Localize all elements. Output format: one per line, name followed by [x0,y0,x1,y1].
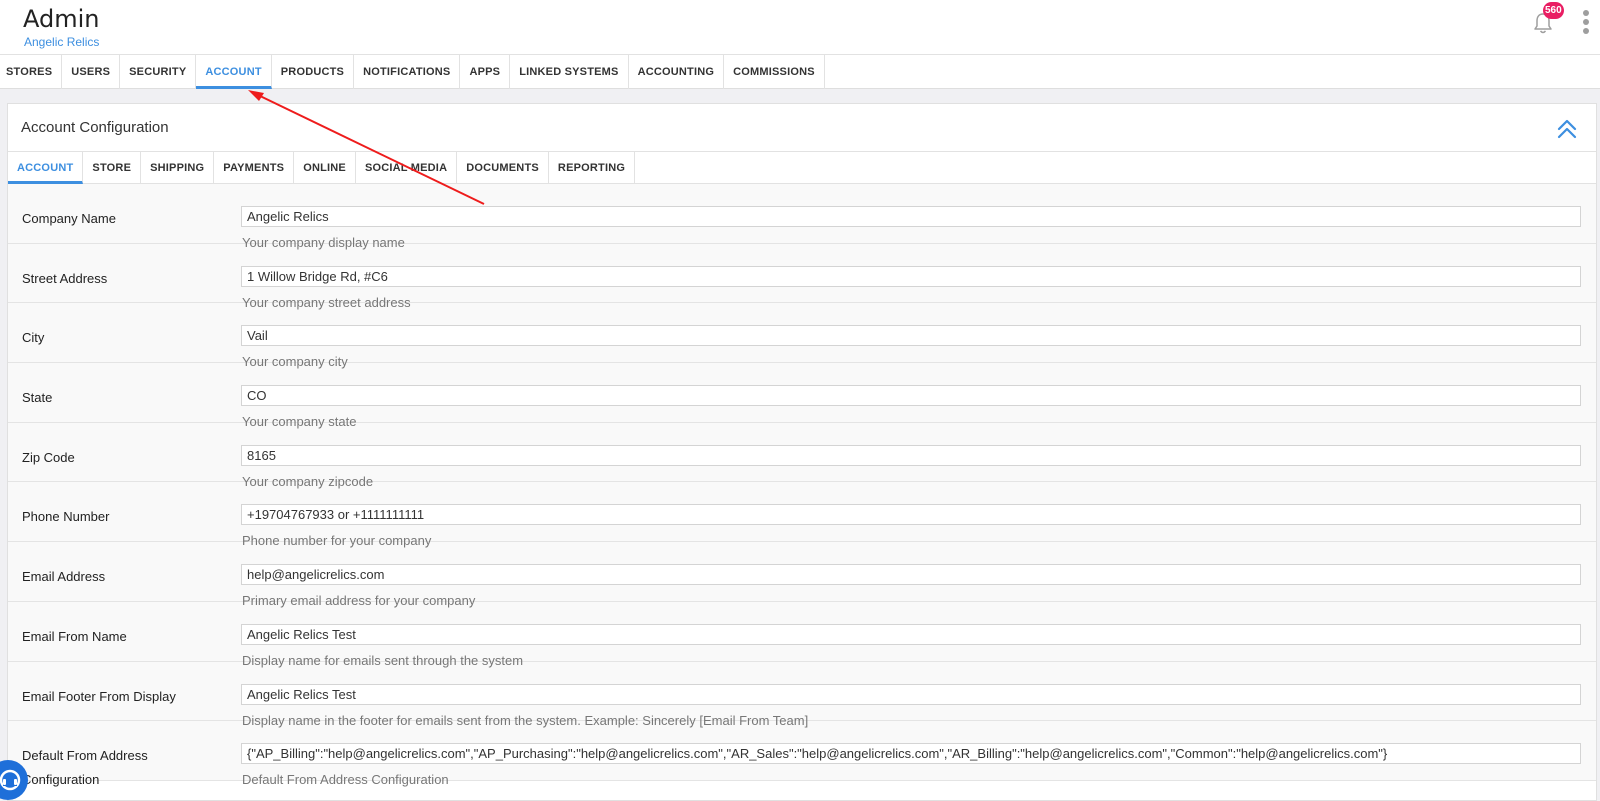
kebab-dot [1583,19,1589,25]
admin-tabs: STORES USERS SECURITY ACCOUNT PRODUCTS N… [0,55,1600,89]
subtab-payments[interactable]: PAYMENTS [214,152,295,184]
collapse-panel-button[interactable] [1556,118,1578,140]
account-name-link[interactable]: Angelic Relics [24,35,99,49]
field-label: Email From Name [22,628,127,644]
city-input[interactable] [241,325,1581,347]
form-row-phone-number: Phone Number Phone number for your compa… [8,482,1596,548]
tab-apps[interactable]: APPS [460,55,511,89]
panel-header: Account Configuration [8,104,1596,152]
default-from-address-input[interactable] [241,743,1581,765]
form-row-state: State Your company state [8,363,1596,429]
email-address-input[interactable] [241,564,1581,586]
zip-code-input[interactable] [241,444,1581,466]
field-label: Default From Address [22,748,148,764]
tab-commissions[interactable]: COMMISSIONS [724,55,825,89]
subtab-shipping[interactable]: SHIPPING [141,152,215,184]
field-label: Street Address [22,270,108,286]
field-label: City [22,330,45,346]
panel-title: Account Configuration [21,119,169,136]
form-row-street-address: Street Address Your company street addre… [8,244,1596,310]
annotation-arrow-head [248,90,264,101]
subtab-reporting[interactable]: REPORTING [549,152,636,184]
field-label: Phone Number [22,509,110,525]
more-menu-button[interactable] [1580,10,1592,38]
form-row-email-address: Email Address Primary email address for … [8,542,1596,608]
support-chat-icon [0,769,21,791]
tab-account[interactable]: ACCOUNT [196,55,272,89]
account-configuration-panel: Account Configuration ACCOUNT STORE SHIP… [7,103,1597,801]
state-input[interactable] [241,385,1581,407]
kebab-dot [1583,28,1589,34]
tab-accounting[interactable]: ACCOUNTING [629,55,725,89]
subtab-store[interactable]: STORE [83,152,142,184]
field-label-continued: Configuration [22,772,100,788]
form-row-city: City Your company city [8,303,1596,369]
email-from-name-input[interactable] [241,623,1581,645]
form-row-default-from-address: Default From Address Configuration Defau… [8,721,1596,787]
field-label: Email Address [22,569,106,585]
account-config-tabs: ACCOUNT STORE SHIPPING PAYMENTS ONLINE S… [8,152,1596,184]
tab-stores[interactable]: STORES [0,55,63,89]
form-row-email-footer-from-display: Email Footer From Display Display name i… [8,662,1596,728]
app-header: Admin Angelic Relics 560 [0,0,1600,55]
tab-linked-systems[interactable]: LINKED SYSTEMS [510,55,629,89]
kebab-dot [1583,10,1589,16]
support-chat-button[interactable] [0,760,28,800]
tab-users[interactable]: USERS [62,55,121,89]
field-label: State [22,390,53,406]
field-label: Email Footer From Display [22,688,176,704]
notification-count-badge: 560 [1543,2,1564,19]
tab-security[interactable]: SECURITY [120,55,197,89]
double-chevron-up-icon [1557,119,1577,139]
subtab-online[interactable]: ONLINE [294,152,356,184]
field-label: Company Name [22,211,116,226]
street-address-input[interactable] [241,265,1581,287]
field-label: Zip Code [22,449,75,465]
field-help: Default From Address Configuration [242,772,449,788]
form-row-email-from-name: Email From Name Display name for emails … [8,602,1596,668]
form-row-zip-code: Zip Code Your company zipcode [8,423,1596,489]
subtab-account[interactable]: ACCOUNT [8,152,84,184]
page-title: Admin [23,5,100,33]
account-form: Company Name Your company display name S… [8,184,1596,787]
form-row-company-name: Company Name Your company display name [8,184,1596,250]
tab-products[interactable]: PRODUCTS [272,55,355,89]
tab-notifications[interactable]: NOTIFICATIONS [354,55,461,89]
subtab-documents[interactable]: DOCUMENTS [457,152,549,184]
subtab-social-media[interactable]: SOCIAL MEDIA [356,152,458,184]
company-name-input[interactable] [241,206,1581,227]
phone-number-input[interactable] [241,504,1581,526]
email-footer-from-display-input[interactable] [241,683,1581,705]
